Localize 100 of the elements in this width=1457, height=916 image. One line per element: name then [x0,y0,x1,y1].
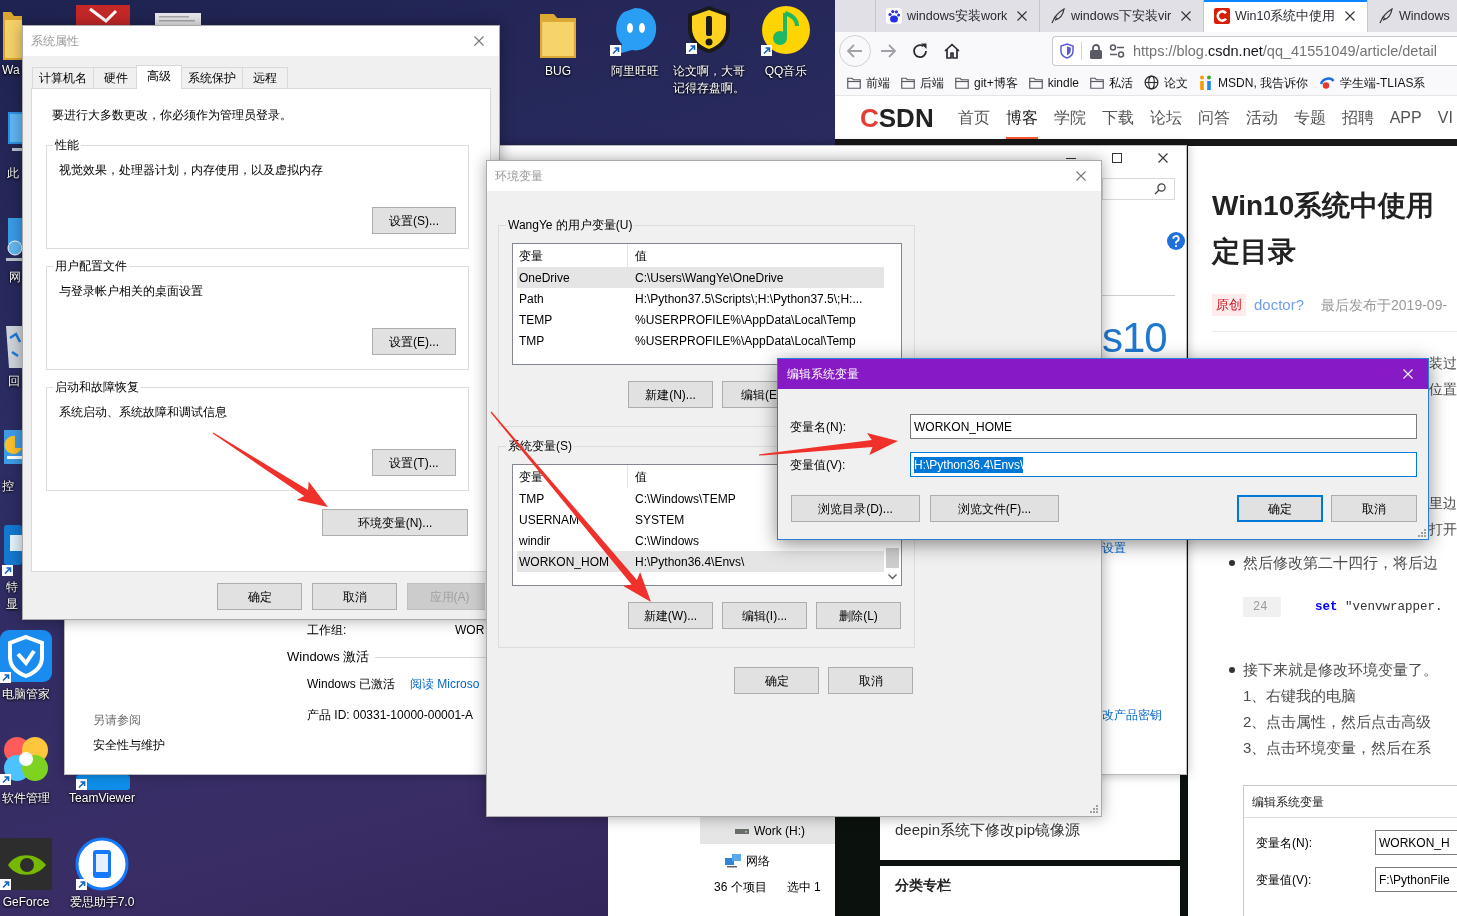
close-icon[interactable] [1017,11,1027,21]
icon-label[interactable]: GeForce [2,894,50,911]
nav-link[interactable]: 学院 [1053,96,1086,139]
eye-icon[interactable] [0,838,52,890]
nav-link[interactable]: APP [1389,96,1422,139]
paragraph-fragment: 装过 [1429,354,1457,373]
bookmark[interactable]: kindle [1028,74,1080,91]
icon-label[interactable]: 软件管理 [2,790,50,807]
icon-label[interactable]: BUG [545,63,571,80]
text-field[interactable]: H:\Python36.4\Envs\ [910,452,1417,477]
lock-icon[interactable] [1089,43,1103,59]
nav-link[interactable]: 活动 [1245,96,1278,139]
icon-label[interactable]: 电脑管家 [2,686,50,703]
bookmark[interactable]: 学生端-TLIAS系 [1319,74,1426,91]
music-note-icon[interactable] [761,4,811,56]
window-icon[interactable] [2,523,22,577]
site-logo[interactable]: CSDN [860,102,934,133]
dialog-button[interactable]: 取消 [828,667,913,694]
bookmark[interactable]: 后端 [901,74,944,91]
bookmark[interactable]: git+博客 [955,74,1018,91]
article-link[interactable]: deepin系统下修改pip镜像源 [895,821,1081,839]
status-text: Windows 已激活 [307,676,395,692]
list-row[interactable]: OneDrive C:\Users\WangYe\OneDrive [517,267,884,288]
column-header[interactable]: 值 [628,465,647,488]
browser-tab[interactable]: Win10系统中使用 [1203,0,1367,32]
list-row[interactable]: Path H:\Python37.5\Scripts\;H:\Python37.5\;H:... [517,288,884,309]
close-icon[interactable] [1345,11,1355,21]
field-label: 工作组: [307,622,348,638]
icon-label[interactable]: QQ音乐 [764,63,808,80]
tab[interactable]: 高级 [136,65,182,89]
dialog-button[interactable]: 新建(N)... [628,381,713,408]
search-field[interactable] [1102,178,1175,200]
bookmark[interactable]: 前端 [847,74,890,91]
icon-label[interactable]: 阿里旺旺 [611,63,659,80]
warning-shield-icon[interactable] [686,4,732,54]
icon-label[interactable]: 控 [2,478,14,495]
reload-icon[interactable] [911,42,929,60]
nav-link[interactable]: 下载 [1101,96,1134,139]
dialog-button[interactable]: 取消 [312,583,397,610]
settings-button[interactable]: 设置(T)... [372,449,456,476]
list-row[interactable]: WORKON_HOM H:\Python36.4\Envs\ [517,551,884,572]
tab[interactable]: 远程 [242,67,288,88]
dialog-button[interactable]: 确定 [734,667,819,694]
dialog-button[interactable]: 新建(W)... [628,602,713,629]
shield-icon[interactable] [0,630,52,684]
text-field[interactable]: WORKON_HOME [910,414,1417,439]
nav-link[interactable]: 首页 [957,96,990,139]
nav-link[interactable]: VI [1437,96,1453,139]
icon-label[interactable]: TeamViewer [69,790,135,807]
icon-label[interactable]: 论文啊，大哥记得存盘啊。 [672,63,746,97]
bookmark[interactable]: 论文 [1144,74,1189,91]
environment-variables-button[interactable]: 环境变量(N)... [322,509,468,536]
column-header[interactable]: 值 [628,244,647,267]
bookmark[interactable]: 私活 [1090,74,1134,91]
dialog-button[interactable]: 取消 [1331,495,1417,522]
tab[interactable]: 计算机名 [32,67,94,88]
close-icon[interactable] [1181,11,1191,21]
dialog-button[interactable]: 浏览目录(D)... [791,495,920,522]
dialog-button[interactable]: 浏览文件(F)... [930,495,1059,522]
nav-item[interactable]: 网络 [700,849,835,873]
home-icon[interactable] [943,42,961,60]
tile-icon[interactable] [76,5,130,25]
nav-item[interactable]: Work (H:) [700,817,835,844]
nav-link[interactable]: 问答 [1197,96,1230,139]
dialog-button[interactable]: 删除(L) [816,602,901,629]
nav-link[interactable]: 专题 [1293,96,1326,139]
settings-link[interactable]: 设置 [1102,540,1126,556]
tile-icon[interactable] [76,775,130,790]
resize-grip-icon[interactable] [1090,805,1098,813]
icon-label[interactable]: Wa [2,62,20,79]
help-icon[interactable] [1167,232,1185,250]
sliders-icon[interactable] [1109,44,1125,58]
icon-label[interactable]: 回 [8,373,20,390]
phone-badge-icon[interactable] [75,837,129,891]
field-label: 变量名(N): [1256,834,1313,851]
resize-grip-icon[interactable] [1418,529,1426,537]
nav-link[interactable]: 招聘 [1341,96,1374,139]
settings-button[interactable]: 设置(E)... [372,328,456,355]
dialog-button[interactable]: 确定 [1237,495,1323,522]
chevron-down-icon[interactable] [888,574,897,580]
icon-label[interactable]: 网 [9,269,21,286]
shield-icon[interactable] [1059,43,1075,59]
scrollbar-thumb[interactable] [886,548,899,568]
product-key-link[interactable]: 改产品密钥 [1102,707,1162,723]
table-cell-text: TMP [518,490,546,507]
dialog-button[interactable]: 确定 [217,583,302,610]
icon-label[interactable]: 此 [7,165,19,182]
bookmark[interactable]: MSDN, 我告诉你 [1199,74,1309,91]
list-row[interactable]: TEMP %USERPROFILE%\AppData\Local\Temp [517,309,884,330]
dialog-button[interactable]: 编辑(E [722,381,777,408]
settings-button[interactable]: 设置(S)... [372,207,456,234]
folder-icon [1090,76,1105,89]
list-row[interactable]: TMP %USERPROFILE%\AppData\Local\Temp [517,330,884,351]
address-field[interactable]: https://blog.csdn.net/qq_41551049/article/detail [1052,36,1457,66]
icon-label[interactable]: 爱思助手7.0 [69,894,135,911]
sidebar-link[interactable]: 安全性与维护 [93,737,165,753]
icon-label[interactable]: 特显 [6,579,18,613]
nav-link[interactable]: 论坛 [1149,96,1182,139]
dialog-button[interactable]: 编辑(I)... [722,602,807,629]
link[interactable]: 阅读 Microso [410,676,480,692]
